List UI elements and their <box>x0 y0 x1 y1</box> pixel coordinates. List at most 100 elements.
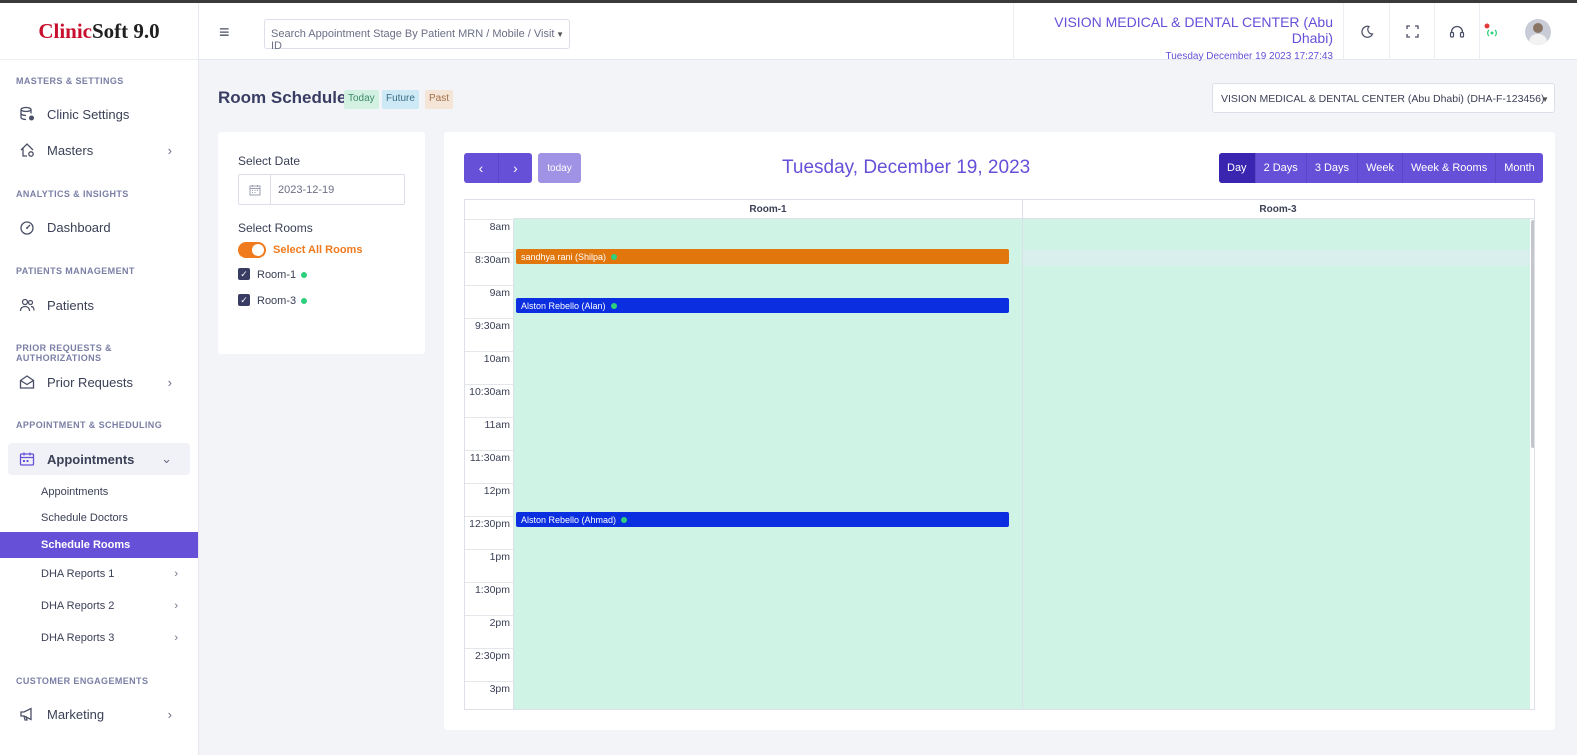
time-gridline <box>465 417 514 418</box>
chevron-right-icon: › <box>167 142 172 158</box>
calendar-scrollbar[interactable] <box>1531 220 1534 448</box>
chevron-right-icon: › <box>167 374 172 390</box>
page-title: Room Scheduler <box>218 88 354 107</box>
date-field[interactable]: 2023-12-19 <box>238 174 405 205</box>
time-gridline <box>465 285 514 286</box>
time-gridline <box>465 450 514 451</box>
time-label: 8am <box>489 221 510 233</box>
select-date-label: Select Date <box>238 154 301 168</box>
status-dot <box>621 516 628 523</box>
room-3-highlight-slot[interactable] <box>1022 250 1530 266</box>
sidebar-item-label: Clinic Settings <box>47 106 130 122</box>
sidebar-subitem-label: DHA Reports 3 <box>41 632 115 644</box>
next-button[interactable]: › <box>498 153 532 183</box>
menu-toggle-icon[interactable]: ≡ <box>219 22 230 43</box>
time-label: 9:30am <box>474 320 510 332</box>
live-broadcast-icon[interactable] <box>1472 3 1512 60</box>
view-month-button[interactable]: Month <box>1496 153 1543 183</box>
search-input[interactable]: Search Appointment Stage By Patient MRN … <box>264 19 570 52</box>
room-1-column[interactable] <box>514 219 1022 709</box>
users-icon <box>18 296 36 314</box>
sidebar-item-clinic-settings[interactable]: Clinic Settings <box>8 98 190 130</box>
center-name: VISION MEDICAL & DENTAL CENTER (Abu Dhab… <box>1054 14 1333 46</box>
sidebar-subitem-label: DHA Reports 1 <box>41 568 115 580</box>
sidebar-subitem-dha-reports-2[interactable]: DHA Reports 2 › <box>0 593 198 619</box>
event-label: Alston Rebello (Ahmad) <box>521 514 617 525</box>
select-rooms-label: Select Rooms <box>238 221 313 235</box>
section-title-analytics: ANALYTICS & INSIGHTS <box>16 189 129 199</box>
room-name: Room-3 <box>257 295 297 307</box>
status-dot <box>610 302 617 309</box>
column-header-room-1: Room-1 <box>514 200 1022 219</box>
home-gear-icon <box>18 141 36 159</box>
appointment-event[interactable]: Alston Rebello (Ahmad) <box>516 512 1009 527</box>
sidebar-item-label: Prior Requests <box>47 374 133 390</box>
today-button[interactable]: today <box>538 153 581 183</box>
view-2days-button[interactable]: 2 Days <box>1256 153 1307 183</box>
time-gridline <box>465 648 514 649</box>
legend-badge-future: Future <box>382 90 419 109</box>
calendar-icon <box>18 450 36 468</box>
time-label: 9am <box>489 287 510 299</box>
time-axis: 8am 8:30am 9am 9:30am 10am 10:30am 11am 11:30am… <box>465 219 514 709</box>
view-day-button[interactable]: Day <box>1219 153 1256 183</box>
brand-part2: Soft <box>92 18 129 43</box>
view-week-rooms-button[interactable]: Week & Rooms <box>1403 153 1497 183</box>
brand-logo[interactable]: ClinicSoft 9.0 <box>0 3 198 60</box>
sidebar-subitem-label: DHA Reports 2 <box>41 600 115 612</box>
chevron-right-icon: › <box>513 160 518 176</box>
sidebar-subitem-dha-reports-3[interactable]: DHA Reports 3 › <box>0 625 198 651</box>
time-gridline <box>465 549 514 550</box>
time-label: 11am <box>484 419 511 431</box>
calendar-title: Tuesday, December 19, 2023 <box>782 157 1031 178</box>
room-3-checkbox[interactable]: ✓ <box>238 294 250 306</box>
current-datetime: Tuesday December 19 2023 17:27:43 <box>1165 51 1333 62</box>
section-title-patients: PATIENTS MANAGEMENT <box>16 266 135 276</box>
room-3-column[interactable] <box>1022 219 1530 709</box>
brand-version: 9.0 <box>133 18 160 43</box>
fullscreen-icon[interactable] <box>1390 3 1435 60</box>
room-3-label: Room-3 <box>257 295 308 307</box>
user-avatar[interactable] <box>1515 3 1560 60</box>
section-title-appointments: APPOINTMENT & SCHEDULING <box>16 420 163 430</box>
filter-card: Select Date 2023-12-19 Select Rooms Sele… <box>218 132 425 354</box>
clinic-select[interactable]: VISION MEDICAL & DENTAL CENTER (Abu Dhab… <box>1212 83 1555 113</box>
view-3days-button[interactable]: 3 Days <box>1307 153 1359 183</box>
view-week-button[interactable]: Week <box>1358 153 1403 183</box>
sidebar-subitem-schedule-rooms[interactable]: Schedule Rooms <box>0 532 198 558</box>
sidebar-item-patients[interactable]: Patients <box>8 289 190 321</box>
chevron-right-icon: › <box>174 632 178 644</box>
sidebar-item-appointments[interactable]: Appointments ⌄ <box>8 443 190 475</box>
chevron-down-icon: ⌄ <box>161 451 172 466</box>
prev-button[interactable]: ‹ <box>464 153 498 183</box>
sidebar-subitem-appointments[interactable]: Appointments <box>0 479 198 505</box>
sidebar-item-prior-requests[interactable]: Prior Requests › <box>8 366 190 398</box>
section-title-customer: CUSTOMER ENGAGEMENTS <box>16 676 149 686</box>
time-label: 2pm <box>489 617 510 629</box>
legend-badge-today: Today <box>344 90 379 109</box>
sidebar-item-marketing[interactable]: Marketing › <box>8 698 190 730</box>
sidebar-item-label: Marketing <box>47 706 105 722</box>
sidebar-subitem-schedule-doctors[interactable]: Schedule Doctors <box>0 505 198 531</box>
envelope-open-icon <box>18 373 36 391</box>
room-1-checkbox[interactable]: ✓ <box>238 268 250 280</box>
select-all-toggle[interactable] <box>238 242 266 258</box>
sidebar-subitem-dha-reports-1[interactable]: DHA Reports 1 › <box>0 561 198 587</box>
appointment-event[interactable]: sandhya rani (Shilpa) <box>516 249 1009 264</box>
caret-down-icon: ▼ <box>556 30 564 39</box>
gauge-icon <box>18 218 36 236</box>
time-gridline <box>465 252 514 253</box>
sidebar-item-dashboard[interactable]: Dashboard <box>8 211 190 243</box>
time-label: 12pm <box>483 485 510 497</box>
status-dot <box>611 253 618 260</box>
time-label: 3pm <box>489 683 510 695</box>
time-gridline <box>465 219 514 220</box>
appointment-event[interactable]: Alston Rebello (Alan) <box>516 298 1009 313</box>
sidebar-item-masters[interactable]: Masters › <box>8 134 190 166</box>
database-gear-icon <box>18 105 36 123</box>
dark-mode-icon[interactable] <box>1345 3 1390 60</box>
time-label: 10am <box>483 353 510 365</box>
time-label: 11:30am <box>469 452 510 464</box>
search-placeholder: Search Appointment Stage By Patient MRN … <box>271 28 555 52</box>
section-title-masters: MASTERS & SETTINGS <box>16 76 124 86</box>
